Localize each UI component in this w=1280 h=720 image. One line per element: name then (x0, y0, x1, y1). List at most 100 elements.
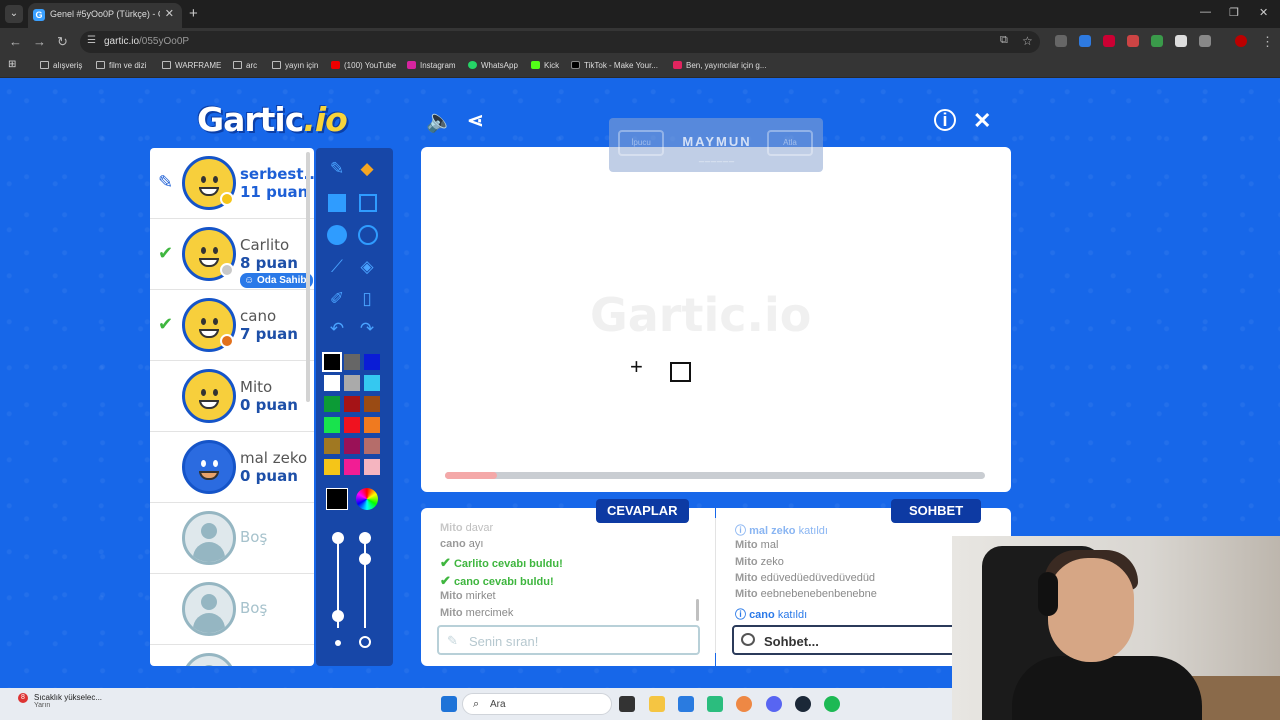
player-row[interactable]: ✎ serbest... 11 puan (150, 148, 314, 219)
filled-rectangle-tool-icon[interactable] (328, 194, 346, 212)
extension-icon[interactable] (1151, 35, 1163, 47)
bookmark-youtube[interactable]: (100) YouTube (331, 61, 396, 70)
tab-list-button[interactable]: ⌄ (5, 5, 23, 23)
app-icon[interactable] (707, 696, 723, 712)
app-icon[interactable] (678, 696, 694, 712)
bookmark-folder[interactable]: yayın için (272, 61, 318, 70)
browser-menu-icon[interactable]: ⋮ (1261, 34, 1274, 50)
line-tool-icon[interactable]: ⟋ (324, 254, 350, 280)
steam-icon[interactable] (795, 696, 811, 712)
file-explorer-icon[interactable] (649, 696, 665, 712)
color-swatch[interactable] (364, 396, 380, 412)
taskbar-search[interactable]: ⌕ Ara (462, 693, 612, 715)
color-swatch[interactable] (344, 417, 360, 433)
reload-button[interactable]: ↻ (57, 34, 68, 50)
color-swatch[interactable] (324, 375, 340, 391)
answers-scrollbar[interactable] (696, 599, 699, 621)
bookmark-folder[interactable]: film ve dizi (96, 61, 146, 70)
rectangle-outline-tool-icon[interactable] (359, 194, 377, 212)
new-tab-button[interactable]: + (189, 5, 198, 22)
opacity-slider-knob[interactable] (359, 553, 371, 565)
bookmark-folder[interactable]: alışveriş (40, 61, 82, 70)
color-swatch[interactable] (344, 396, 360, 412)
site-info-icon[interactable]: ☰ (87, 35, 96, 46)
weather-widget[interactable]: 8 Sıcaklık yükselec... Yarın (14, 693, 102, 709)
color-swatch[interactable] (344, 375, 360, 391)
clear-page-icon[interactable]: ▯ (354, 286, 380, 312)
color-swatch[interactable] (364, 459, 380, 475)
task-view-icon[interactable] (619, 696, 635, 712)
bookmark-whatsapp[interactable]: WhatsApp (468, 61, 518, 70)
color-swatch[interactable] (324, 396, 340, 412)
apps-icon[interactable]: ⊞ (8, 59, 16, 70)
maximize-button[interactable]: ❐ (1229, 6, 1239, 19)
spotify-icon[interactable] (824, 696, 840, 712)
share-icon[interactable]: ⋖ (467, 108, 484, 133)
url-bar[interactable]: ☰ gartic.io/055yOo0P (80, 31, 1040, 53)
extension-icon[interactable] (1127, 35, 1139, 47)
bookmark-folder[interactable]: WARFRAME (162, 61, 221, 70)
player-row[interactable]: Mito 0 puan (150, 361, 314, 432)
color-swatch[interactable] (324, 459, 340, 475)
eyedropper-icon[interactable]: ✐ (324, 286, 350, 312)
size-slider-knob[interactable] (332, 610, 344, 622)
color-swatch[interactable] (344, 354, 360, 370)
info-icon[interactable]: i (934, 109, 956, 131)
extension-icon[interactable] (1175, 35, 1187, 47)
color-swatch[interactable] (344, 459, 360, 475)
color-swatch[interactable] (324, 438, 340, 454)
bookmark-star-icon[interactable]: ☆ (1022, 34, 1033, 48)
player-list-scrollbar[interactable] (306, 152, 310, 402)
eraser-tool-icon[interactable]: ◆ (354, 156, 380, 182)
discord-icon[interactable] (766, 696, 782, 712)
player-row[interactable]: mal zeko 0 puan (150, 432, 314, 503)
extensions-puzzle-icon[interactable] (1199, 35, 1211, 47)
search-icon: ⌕ (473, 698, 480, 710)
color-swatch[interactable] (364, 354, 380, 370)
chrome-icon[interactable] (736, 696, 752, 712)
color-swatch[interactable] (364, 438, 380, 454)
minimize-button[interactable]: — (1200, 6, 1211, 18)
hint-button[interactable]: İpucu (618, 130, 664, 156)
profile-avatar[interactable] (1235, 35, 1247, 47)
bookmark-instagram[interactable]: Instagram (407, 61, 456, 70)
install-app-icon[interactable]: ⧉ (1000, 34, 1008, 47)
active-tab[interactable]: G Genel #5yOo0P (Türkçe) - Gartic ✕ (28, 3, 182, 28)
canvas-scrollbar[interactable] (445, 472, 985, 479)
bookmark-tiktok[interactable]: TikTok - Make Your... (571, 61, 658, 70)
large-size-icon (359, 636, 371, 648)
close-game-icon[interactable]: ✕ (973, 108, 991, 134)
color-swatch[interactable] (324, 417, 340, 433)
forward-button[interactable]: → (33, 34, 46, 49)
fill-bucket-icon[interactable]: ◈ (354, 254, 380, 280)
color-swatch[interactable] (322, 352, 342, 372)
color-swatch[interactable] (344, 438, 360, 454)
extension-icon[interactable] (1055, 35, 1067, 47)
window-close-button[interactable]: ✕ (1259, 6, 1268, 19)
opacity-slider-track[interactable] (364, 538, 366, 628)
player-row[interactable]: ✔ cano 7 puan (150, 290, 314, 361)
back-button[interactable]: ← (9, 34, 22, 49)
bookmark-bi[interactable]: Ben, yayıncılar için g... (673, 61, 766, 70)
answer-input[interactable]: ✎ Senin sıran! (437, 625, 700, 655)
tab-close-icon[interactable]: ✕ (165, 7, 174, 20)
filled-ellipse-tool-icon[interactable] (327, 225, 347, 245)
sound-icon[interactable]: 🔈 (426, 108, 453, 134)
extension-icon[interactable] (1079, 35, 1091, 47)
color-swatch[interactable] (364, 417, 380, 433)
windows-start-icon[interactable] (441, 696, 457, 712)
chat-input[interactable]: Sohbet... (732, 625, 957, 655)
color-wheel-icon[interactable] (356, 488, 378, 510)
skip-button[interactable]: Atla (767, 130, 813, 156)
bookmark-kick[interactable]: Kick (531, 61, 559, 70)
color-swatch[interactable] (364, 375, 380, 391)
extension-icon[interactable] (1103, 35, 1115, 47)
pencil-tool-icon[interactable]: ✎ (324, 156, 350, 182)
ellipse-outline-tool-icon[interactable] (358, 225, 378, 245)
undo-icon[interactable]: ↶ (324, 316, 350, 342)
player-row[interactable]: ✔ Carlito 8 puan ☺ Oda Sahibi (150, 219, 314, 290)
redo-icon[interactable]: ↷ (354, 316, 380, 342)
word-underline: ______ (698, 152, 736, 162)
bookmark-folder[interactable]: arc (233, 61, 257, 70)
canvas-scrollbar-thumb[interactable] (445, 472, 497, 479)
